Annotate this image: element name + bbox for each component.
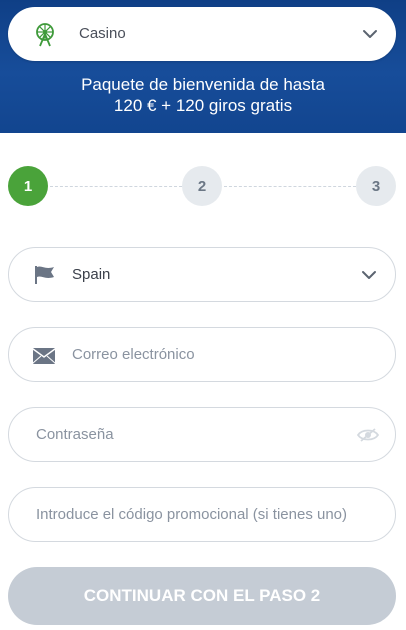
welcome-offer-line2: 120 € + 120 giros gratis — [113, 96, 293, 115]
step-3: 3 — [356, 166, 396, 206]
bonus-type-select[interactable]: Casino — [8, 7, 396, 61]
step-2: 2 — [182, 166, 222, 206]
country-value: Spain — [72, 266, 111, 283]
chevron-down-icon — [362, 271, 376, 279]
promo-header: Casino Paquete de bienvenida de hasta 12… — [0, 0, 406, 133]
flag-icon — [35, 266, 54, 284]
email-placeholder: Correo electrónico — [72, 346, 195, 363]
welcome-offer-text: Paquete de bienvenida de hasta 120 € + 1… — [0, 74, 406, 116]
step-connector — [50, 186, 182, 187]
chevron-down-icon — [363, 30, 377, 38]
country-select[interactable]: Spain — [8, 247, 396, 302]
step-1: 1 — [8, 166, 48, 206]
welcome-offer-line1: Paquete de bienvenida de hasta — [81, 75, 325, 94]
envelope-icon — [33, 348, 55, 364]
step-connector — [224, 186, 356, 187]
promo-code-placeholder: Introduce el código promocional (si tien… — [36, 506, 348, 523]
email-field[interactable]: Correo electrónico — [8, 327, 396, 382]
promo-code-field[interactable]: Introduce el código promocional (si tien… — [8, 487, 396, 542]
bonus-type-value: Casino — [79, 25, 126, 42]
continue-step-2-button[interactable]: CONTINUAR CON EL PASO 2 — [8, 567, 396, 625]
password-placeholder: Contraseña — [36, 426, 114, 443]
eye-icon[interactable] — [357, 428, 379, 442]
password-field[interactable]: Contraseña — [8, 407, 396, 462]
ferris-wheel-icon — [36, 23, 54, 47]
step-progress: 1 2 3 — [0, 166, 406, 208]
